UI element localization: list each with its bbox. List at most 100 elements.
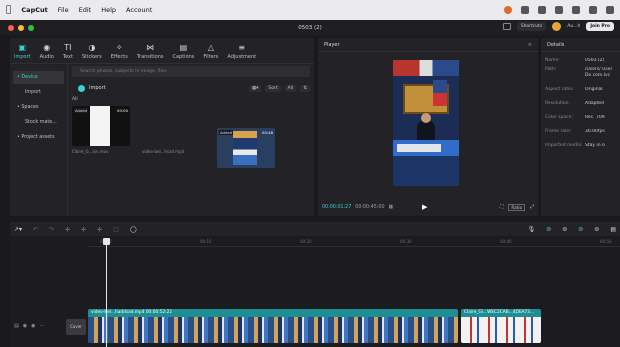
adjustment-icon: ≡	[238, 43, 246, 52]
status-app-icon[interactable]	[504, 6, 512, 14]
ruler-tick: 00:50	[600, 239, 612, 244]
marker-icon[interactable]: ◯	[130, 226, 137, 233]
preview-axis-icon[interactable]: ⊜	[594, 226, 599, 233]
player-right-controls: ⛶ Ratio ⤢	[500, 203, 534, 211]
tab-filters[interactable]: △ Filters	[203, 44, 218, 61]
status-settings-icon[interactable]	[521, 6, 529, 14]
media-duration: 00:00	[117, 108, 128, 113]
status-bluetooth-icon[interactable]	[538, 6, 546, 14]
player-menu-icon[interactable]: ≡	[528, 38, 532, 52]
tool-tabs: ▣ Import ◉ Audio TI Text ◑ Stickers ✧ Effects…	[10, 38, 314, 64]
menu-edit[interactable]: Edit	[79, 6, 92, 14]
import-button[interactable]: Import	[89, 85, 106, 91]
filter-icon[interactable]: ⇅	[300, 84, 310, 92]
details-header: Details	[541, 38, 620, 52]
tab-captions[interactable]: ▤ Captions	[172, 43, 194, 61]
play-icon[interactable]: ▶	[422, 203, 427, 211]
tab-stickers[interactable]: ◑ Stickers	[82, 44, 102, 61]
ruler-tick: 00:20	[300, 239, 312, 244]
mute-track-icon[interactable]: ◉	[31, 323, 35, 329]
window-titlebar: 0503 (2) Shortcuts Au...h Join Pro	[0, 20, 620, 35]
media-duration: 00:48	[262, 130, 273, 135]
media-item[interactable]: Added 00:00 Claire_G...ion.mov	[72, 106, 130, 154]
sidebar-item-import[interactable]: Import	[13, 86, 64, 99]
sidebar-item-stock-material[interactable]: Stock mate...	[13, 116, 64, 129]
clip-filmstrip	[88, 317, 458, 343]
detail-row-color-space: Color space: Rec. 709	[545, 115, 605, 120]
timeline[interactable]: 00:00 00:10 00:20 00:30 00:40 00:50 ▤ ◉ …	[10, 237, 620, 347]
track-settings-icon[interactable]: ⋯	[39, 323, 44, 329]
import-row: Import ▦▾ Sort All ⇅	[72, 83, 310, 93]
sidebar-item-device[interactable]: • Device	[13, 71, 64, 84]
sort-button[interactable]: Sort	[265, 84, 281, 92]
status-search-icon[interactable]	[572, 6, 580, 14]
tab-adjustment[interactable]: ≡ Adjustment	[227, 43, 256, 61]
track-controls: ▤ ◉ ◉ ⋯	[14, 323, 44, 329]
status-control-center-icon[interactable]	[589, 6, 597, 14]
player-header: Player ≡	[318, 38, 538, 52]
timecode-format-icon[interactable]: ▦	[389, 205, 394, 210]
magnet-icon[interactable]: ⊜	[578, 226, 583, 233]
status-siri-icon[interactable]	[606, 6, 614, 14]
cover-button[interactable]: Cover	[66, 319, 86, 335]
media-grid: Added 00:00 Claire_G...ion.mov Added 00:…	[72, 106, 310, 168]
video-clip[interactable]: video-bel...haddsad.mp4 00:00:52:22	[88, 309, 458, 343]
select-tool-icon[interactable]: ↗▾	[14, 226, 22, 233]
menu-account[interactable]: Account	[126, 6, 152, 14]
tab-transitions[interactable]: ⋈ Transitions	[137, 43, 164, 61]
detail-row-imported-media: Imported media: Stay in o	[545, 143, 605, 148]
tab-effects[interactable]: ✧ Effects	[111, 44, 128, 61]
playhead[interactable]	[103, 238, 110, 347]
video-clip[interactable]: Claire_Gi...WEC2CAB...4DEA73...	[461, 309, 541, 343]
fullscreen-icon[interactable]: ⤢	[530, 204, 534, 210]
timeline-ruler[interactable]: 00:00 00:10 00:20 00:30 00:40 00:50	[88, 237, 620, 247]
split-right-icon[interactable]: ⊹	[97, 226, 102, 233]
media-thumbnail[interactable]: Added 00:00	[72, 106, 130, 146]
tab-audio[interactable]: ◉ Audio	[40, 44, 54, 61]
clip-filmstrip	[461, 317, 541, 343]
delete-icon[interactable]: □	[113, 226, 119, 233]
video-preview[interactable]	[393, 60, 459, 186]
user-name[interactable]: Au...h	[567, 24, 580, 29]
layout-icon[interactable]	[502, 23, 511, 30]
ratio-button[interactable]: Ratio	[508, 203, 526, 211]
detail-row-path: Path:/Users/ User Do com.lvc	[545, 67, 613, 78]
apple-icon[interactable]: 	[6, 5, 11, 15]
media-item[interactable]: Added 00:48 video-bel...hsad.mp4	[142, 106, 275, 168]
hide-track-icon[interactable]: ◉	[23, 323, 27, 329]
split-left-icon[interactable]: ⊹	[81, 226, 86, 233]
lock-track-icon[interactable]: ▤	[14, 323, 19, 329]
menu-file[interactable]: File	[58, 6, 69, 14]
added-badge: Added	[219, 130, 234, 135]
transitions-icon: ⋈	[146, 43, 155, 52]
undo-icon[interactable]: ↶	[33, 226, 38, 233]
tab-import[interactable]: ▣ Import	[14, 44, 31, 61]
link-icon[interactable]: ⊜	[546, 226, 551, 233]
tab-text[interactable]: TI Text	[63, 44, 73, 61]
media-thumbnail[interactable]: Added 00:48	[217, 128, 275, 168]
titlebar-actions: Shortcuts Au...h Join Pro	[502, 22, 614, 31]
split-icon[interactable]: ⊹	[65, 226, 70, 233]
detail-row-aspect: Aspect ratio: Original	[545, 87, 603, 92]
menu-help[interactable]: Help	[101, 6, 116, 14]
filter-all-button[interactable]: All	[284, 84, 297, 92]
clip-label: video-bel...haddsad.mp4 00:00:52:22	[91, 310, 173, 315]
redo-icon[interactable]: ↷	[49, 226, 54, 233]
import-plus-icon[interactable]	[78, 84, 85, 92]
snap-icon[interactable]: ⊜	[562, 226, 567, 233]
view-mode-icon[interactable]: ▦▾	[248, 84, 262, 92]
fullscreen-crop-icon[interactable]: ⛶	[500, 204, 503, 210]
shortcuts-button[interactable]: Shortcuts	[516, 22, 547, 31]
status-battery-icon[interactable]	[555, 6, 563, 14]
sidebar-item-spaces[interactable]: • Spaces	[13, 101, 64, 114]
search-input[interactable]: Search photos, subjects in image, files	[72, 66, 310, 77]
microphone-icon[interactable]: 🎙	[528, 226, 536, 233]
avatar[interactable]	[552, 22, 562, 31]
captions-icon: ▤	[179, 43, 188, 52]
media-filename: Claire_G...ion.mov	[72, 149, 109, 154]
menubar:  CapCut File Edit Help Account	[0, 0, 620, 20]
menu-app-name[interactable]: CapCut	[21, 6, 47, 14]
join-pro-button[interactable]: Join Pro	[586, 22, 614, 31]
sidebar-item-project-assets[interactable]: • Project assets	[13, 131, 64, 144]
zoom-fit-icon[interactable]: ▤	[610, 226, 616, 233]
